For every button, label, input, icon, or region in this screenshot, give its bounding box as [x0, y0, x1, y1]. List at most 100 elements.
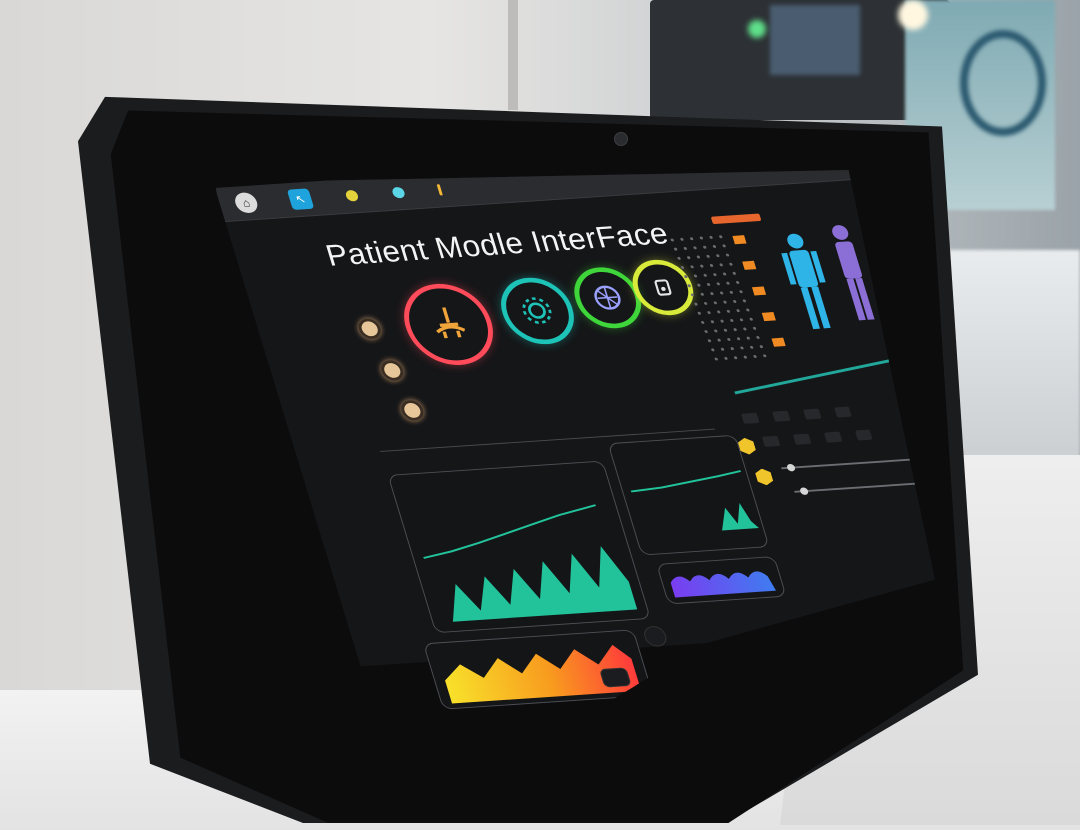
- matrix-dot: [677, 256, 681, 260]
- matrix-dot: [707, 339, 712, 343]
- matrix-dot: [722, 244, 726, 248]
- matrix-dot: [704, 330, 708, 334]
- matrix-dot: [706, 282, 711, 286]
- matrix-dot: [707, 311, 711, 315]
- matrix-dot: [711, 348, 715, 352]
- matrix-dot: [680, 237, 684, 241]
- slider-1[interactable]: [781, 457, 928, 470]
- status-cyan-icon[interactable]: [391, 186, 407, 199]
- matrix-dot: [700, 292, 704, 296]
- bottom-button-1[interactable]: [641, 625, 670, 648]
- matrix-dot: [709, 264, 714, 267]
- background-wall-divider: [508, 0, 518, 110]
- matrix-dot: [714, 357, 718, 361]
- matrix-dot: [683, 247, 687, 250]
- matrix-dot: [750, 345, 754, 349]
- waveform-main-panel[interactable]: [387, 460, 651, 634]
- matrix-dot: [697, 311, 701, 315]
- settings-ring-button[interactable]: [492, 275, 583, 347]
- matrix-dot: [722, 272, 727, 276]
- matrix-dot: [693, 246, 697, 250]
- matrix-dot: [703, 273, 707, 277]
- status-yellow-icon[interactable]: [344, 189, 360, 202]
- camera-icon: [614, 132, 628, 146]
- waveform-main-area: [452, 546, 638, 622]
- matrix-dot: [730, 347, 734, 351]
- waveform-main-chart: [423, 504, 638, 622]
- home-icon[interactable]: ⌂: [232, 191, 260, 214]
- matrix-dot: [674, 247, 678, 251]
- matrix-dot: [704, 301, 708, 305]
- matrix-dot: [687, 256, 691, 260]
- matrix-dot: [720, 291, 724, 295]
- stethoscope-icon: [435, 307, 465, 338]
- matrix-dot: [703, 245, 707, 249]
- control-chip[interactable]: [761, 435, 781, 447]
- matrix-dot: [713, 273, 717, 277]
- matrix-dot: [739, 318, 744, 322]
- indicator-dot-3[interactable]: [398, 399, 427, 422]
- matrix-dot: [701, 320, 705, 324]
- control-chip[interactable]: [802, 408, 822, 420]
- pointer-icon[interactable]: ↖: [286, 188, 315, 210]
- matrix-dot: [729, 290, 733, 294]
- waveform-main-trace: [423, 504, 597, 559]
- matrix-dot: [743, 355, 747, 359]
- matrix-dot: [733, 300, 737, 303]
- matrix-dot: [693, 274, 698, 278]
- matrix-dot: [729, 262, 733, 266]
- matrix-dot: [733, 328, 737, 332]
- matrix-dot: [734, 356, 738, 360]
- gear-icon: [522, 297, 553, 325]
- matrix-dot: [726, 309, 731, 313]
- matrix-dot: [697, 283, 701, 287]
- matrix-dot: [717, 338, 721, 342]
- network-icon: [594, 285, 621, 310]
- matrix-dot: [709, 235, 713, 239]
- matrix-dot: [736, 281, 740, 285]
- matrix-dot: [736, 337, 741, 341]
- matrix-dot: [690, 265, 694, 269]
- hex-button-1[interactable]: [737, 437, 758, 455]
- hex-button-2[interactable]: [754, 468, 775, 486]
- slider-1-knob[interactable]: [786, 463, 797, 472]
- control-row-2: [761, 429, 873, 447]
- matrix-dot: [700, 264, 704, 268]
- matrix-dot: [694, 302, 698, 306]
- matrix-dot: [740, 346, 744, 350]
- control-chip[interactable]: [823, 431, 843, 443]
- matrix-dot: [716, 282, 720, 286]
- control-chip[interactable]: [833, 406, 853, 418]
- matrix-dot: [725, 253, 730, 257]
- matrix-dot: [713, 301, 717, 305]
- page-title: Patient Modle InterFace: [321, 216, 673, 273]
- matrix-dot: [732, 271, 736, 275]
- control-chip[interactable]: [792, 433, 812, 445]
- matrix-dot: [720, 319, 724, 323]
- matrix-dot: [746, 336, 750, 340]
- matrix-dot: [712, 245, 717, 249]
- cardiac-ring-button[interactable]: [393, 281, 504, 368]
- matrix-dot: [724, 356, 728, 360]
- alert-bar-icon[interactable]: [436, 184, 443, 196]
- waveform-small-trace: [630, 470, 742, 493]
- matrix-dot: [716, 254, 720, 258]
- matrix-dot: [723, 328, 728, 332]
- matrix-dot: [690, 293, 695, 297]
- bottom-button-2[interactable]: [599, 667, 632, 688]
- matrix-dot: [684, 275, 688, 279]
- matrix-dot: [699, 236, 703, 240]
- indicator-dot-1[interactable]: [355, 317, 384, 340]
- matrix-dot: [670, 238, 674, 242]
- control-chip[interactable]: [771, 410, 791, 422]
- matrix-dot: [719, 263, 723, 267]
- control-chip[interactable]: [854, 429, 873, 441]
- control-chip[interactable]: [740, 412, 760, 424]
- accent-badge: [710, 213, 762, 225]
- indicator-dot-2[interactable]: [378, 359, 407, 382]
- slider-2-knob[interactable]: [799, 487, 810, 496]
- matrix-dot: [736, 309, 740, 313]
- matrix-dot: [726, 281, 730, 285]
- matrix-dot: [753, 354, 757, 358]
- matrix-dot: [696, 255, 701, 259]
